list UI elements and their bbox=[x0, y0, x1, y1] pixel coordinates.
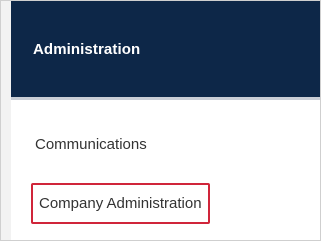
menu-item-company-administration[interactable]: Company Administration bbox=[31, 183, 210, 224]
panel-title: Administration bbox=[33, 41, 141, 58]
menu-item-communications[interactable]: Communications bbox=[35, 136, 147, 153]
admin-menu: Communications Company Administration bbox=[11, 100, 320, 240]
panel-header: Administration bbox=[11, 1, 320, 100]
admin-panel: Administration Communications Company Ad… bbox=[0, 0, 321, 241]
